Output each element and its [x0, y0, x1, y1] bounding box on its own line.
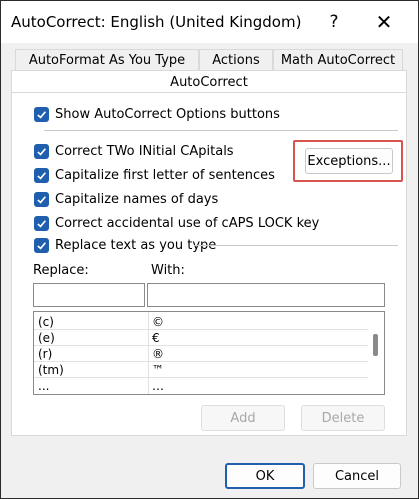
list-scrollbar[interactable]	[368, 312, 384, 394]
exceptions-highlight: Exceptions...	[293, 140, 403, 182]
ok-button[interactable]: OK	[225, 463, 305, 489]
checkmark-icon	[34, 143, 49, 159]
list-item-replace: (c)	[38, 315, 54, 329]
divider	[194, 245, 398, 246]
checkbox-label: Capitalize first letter of sentences	[55, 167, 275, 183]
list-item-replace: ...	[38, 379, 50, 393]
divider	[44, 130, 398, 131]
checkmark-icon	[34, 237, 49, 253]
checkmark-icon	[34, 215, 49, 231]
list-item-replace: (r)	[38, 347, 53, 361]
title-bar: AutoCorrect: English (United Kingdom) ? …	[1, 1, 418, 43]
exceptions-button[interactable]: Exceptions...	[305, 148, 393, 174]
correct-caps-lock-checkbox[interactable]: Correct accidental use of cAPS LOCK key	[34, 214, 319, 232]
checkmark-icon	[34, 167, 49, 183]
list-item[interactable]: (e) €	[34, 330, 368, 346]
checkbox-label: Replace text as you type	[55, 237, 217, 253]
dialog-body: AutoFormat As You Type Actions Math Auto…	[1, 43, 418, 498]
list-item-replace: (tm)	[38, 363, 64, 377]
list-item-with: ™	[152, 363, 164, 377]
list-item-with: …	[152, 379, 164, 393]
correct-two-initial-capitals-checkbox[interactable]: Correct TWo INitial CApitals	[34, 142, 234, 160]
replace-text-checkbox[interactable]: Replace text as you type	[34, 236, 216, 254]
checkmark-icon	[34, 106, 49, 122]
show-autocorrect-options-checkbox[interactable]: Show AutoCorrect Options buttons	[34, 105, 280, 123]
tab-autocorrect[interactable]: AutoCorrect	[11, 70, 407, 93]
list-item[interactable]: (r) ®	[34, 346, 368, 362]
list-item-replace: (e)	[38, 331, 55, 345]
capitalize-days-checkbox[interactable]: Capitalize names of days	[34, 190, 218, 208]
dialog-title: AutoCorrect: English (United Kingdom)	[11, 13, 302, 31]
tab-math-autocorrect[interactable]: Math AutoCorrect	[273, 49, 403, 71]
autocorrect-dialog: AutoCorrect: English (United Kingdom) ? …	[0, 0, 419, 499]
list-item[interactable]: (tm) ™	[34, 362, 368, 378]
with-input[interactable]	[147, 283, 385, 307]
checkbox-label: Correct accidental use of cAPS LOCK key	[55, 215, 320, 231]
autocorrect-list[interactable]: (c) © (e) € (r) ® (tm) ™ ... …	[33, 311, 385, 395]
list-item-with: ©	[152, 315, 164, 329]
list-item[interactable]: (c) ©	[34, 314, 368, 330]
replace-label: Replace:	[33, 263, 89, 278]
checkbox-label: Correct TWo INitial CApitals	[55, 143, 234, 159]
checkmark-icon	[34, 191, 49, 207]
list-item[interactable]: ... …	[34, 378, 368, 394]
tab-autoformat-as-you-type[interactable]: AutoFormat As You Type	[15, 49, 199, 71]
tab-actions[interactable]: Actions	[199, 49, 273, 71]
capitalize-first-letter-checkbox[interactable]: Capitalize first letter of sentences	[34, 166, 275, 184]
with-label: With:	[151, 263, 185, 278]
list-item-with: ®	[152, 347, 164, 361]
delete-button[interactable]: Delete	[301, 405, 385, 431]
help-icon[interactable]: ?	[317, 7, 351, 37]
close-icon[interactable]: ✕	[367, 7, 401, 37]
checkbox-label: Capitalize names of days	[55, 191, 219, 207]
cancel-button[interactable]: Cancel	[313, 463, 401, 489]
scrollbar-thumb[interactable]	[373, 334, 378, 356]
add-button[interactable]: Add	[201, 405, 285, 431]
list-item-with: €	[152, 331, 160, 345]
replace-input[interactable]	[33, 283, 145, 307]
checkbox-label: Show AutoCorrect Options buttons	[55, 106, 280, 122]
